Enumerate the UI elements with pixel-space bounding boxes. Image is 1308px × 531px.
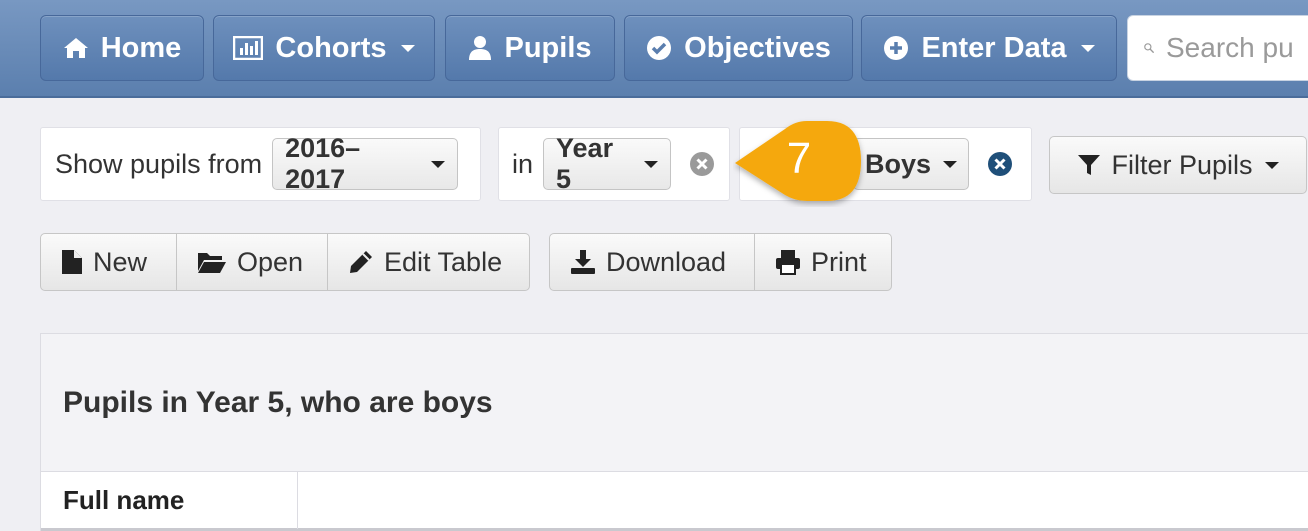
pupils-table: Pupils in Year 5, who are boys Full name (40, 333, 1308, 531)
download-label: Download (606, 246, 727, 277)
export-toolbar: Download Print (549, 233, 892, 291)
show-pupils-from-label: Show pupils from (55, 148, 263, 179)
new-label: New (93, 246, 148, 277)
search-input[interactable] (1166, 32, 1308, 64)
filter-pupils-label: Filter Pupils (1111, 149, 1253, 180)
group-select[interactable]: Year 5 (543, 133, 672, 194)
nav-pupils-button[interactable]: Pupils (445, 15, 615, 81)
step-callout-number: 7 (786, 134, 812, 183)
year-filter: Show pupils from 2016–2017 (40, 127, 481, 201)
chevron-down-icon (1264, 161, 1279, 169)
in-label: in (512, 148, 534, 179)
print-label: Print (811, 246, 867, 277)
group-select-value: Year 5 (556, 133, 614, 194)
home-icon (63, 38, 88, 58)
nav-cohorts-button[interactable]: Cohorts (213, 15, 435, 81)
folder-open-icon (198, 253, 226, 273)
year-select-value: 2016–2017 (285, 133, 361, 194)
gender-select-value: Boys (865, 148, 932, 179)
print-button[interactable]: Print (755, 233, 892, 291)
edit-table-button[interactable]: Edit Table (328, 233, 530, 291)
pencil-icon (350, 251, 372, 273)
column-header-full-name[interactable]: Full name (41, 472, 298, 529)
download-icon (571, 250, 595, 274)
edit-table-label: Edit Table (384, 246, 503, 277)
nav-cohorts-label: Cohorts (275, 31, 387, 64)
table-toolbar: New Open Edit Table (40, 233, 530, 291)
year-select[interactable]: 2016–2017 (272, 133, 459, 194)
chevron-down-icon (644, 160, 659, 168)
plus-circle-icon (884, 36, 909, 60)
top-navbar: Home Cohorts Pupils Objectives Enter Dat… (0, 0, 1308, 98)
chevron-down-icon (943, 160, 958, 168)
chevron-down-icon (1080, 44, 1095, 52)
table-title: Pupils in Year 5, who are boys (63, 386, 493, 419)
nav-home-label: Home (100, 31, 182, 64)
file-icon (62, 250, 82, 274)
chevron-down-icon (400, 44, 415, 52)
nav-objectives-button[interactable]: Objectives (624, 15, 853, 81)
nav-objectives-label: Objectives (684, 31, 831, 64)
remove-filter-icon[interactable] (689, 151, 715, 177)
nav-enter-data-button[interactable]: Enter Data (861, 15, 1117, 81)
nav-enter-data-label: Enter Data (921, 31, 1067, 64)
user-icon (469, 36, 492, 60)
chevron-down-icon (431, 160, 446, 168)
search-icon (1144, 43, 1154, 53)
print-icon (776, 250, 800, 275)
filter-icon (1078, 155, 1101, 175)
search-box[interactable] (1127, 15, 1308, 81)
open-label: Open (237, 246, 304, 277)
download-button[interactable]: Download (549, 233, 755, 291)
check-circle-icon (647, 36, 672, 60)
nav-pupils-label: Pupils (504, 31, 592, 64)
table-header-row: Full name (41, 471, 1308, 531)
nav-home-button[interactable]: Home (40, 15, 204, 81)
bar-chart-icon (233, 36, 264, 60)
open-button[interactable]: Open (177, 233, 328, 291)
remove-filter-icon[interactable] (987, 151, 1013, 177)
new-button[interactable]: New (40, 233, 177, 291)
group-filter: in Year 5 (498, 127, 730, 201)
filter-pupils-button[interactable]: Filter Pupils (1049, 136, 1307, 194)
